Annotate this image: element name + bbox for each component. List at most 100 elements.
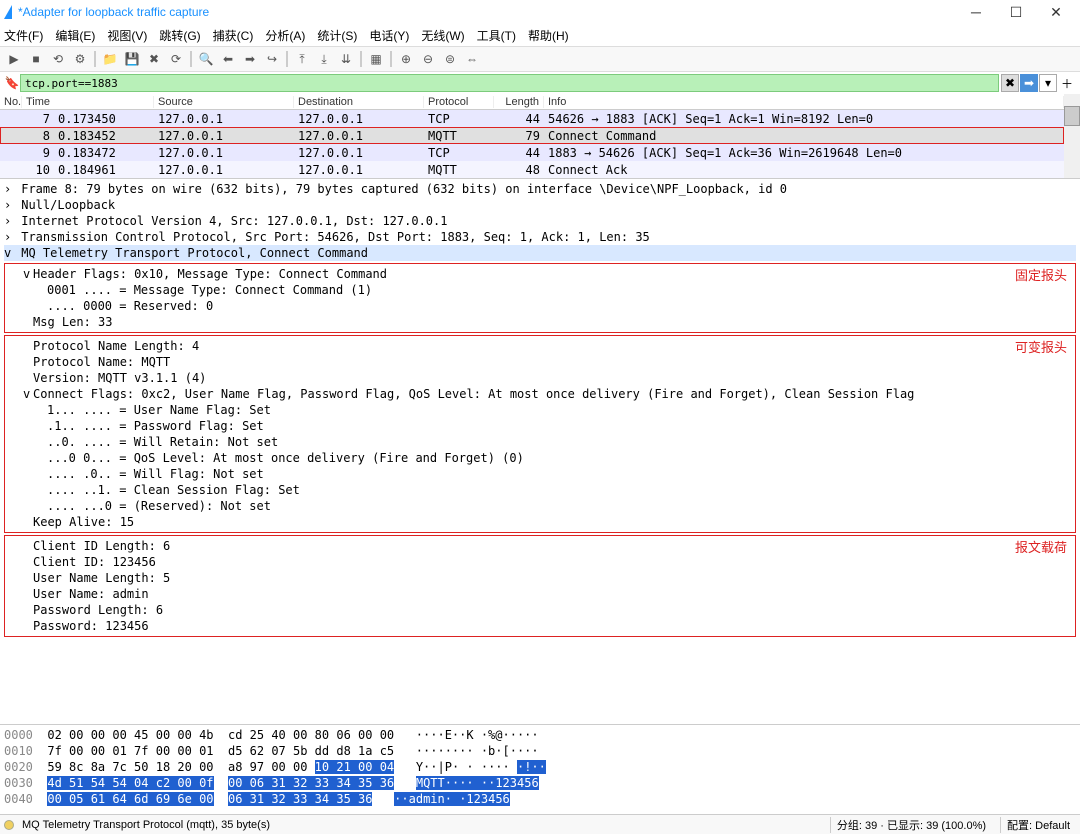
col-no-header[interactable]: No.: [0, 96, 22, 108]
packet-row[interactable]: 90.183472127.0.0.1127.0.0.1TCP441883 → 5…: [0, 144, 1064, 161]
options-icon[interactable]: ⚙: [70, 49, 90, 69]
history-dropdown-icon[interactable]: ▾: [1039, 74, 1057, 92]
separator: [94, 51, 96, 67]
first-icon[interactable]: ⤒: [292, 49, 312, 69]
autoscroll-icon[interactable]: ⇊: [336, 49, 356, 69]
prev-icon[interactable]: ⬅: [218, 49, 238, 69]
tree-row-mqtt[interactable]: v MQ Telemetry Transport Protocol, Conne…: [4, 245, 1076, 261]
close-button[interactable]: ✕: [1036, 0, 1076, 24]
tree-row[interactable]: User Name Length: 5: [9, 570, 1071, 586]
tree-row[interactable]: ...0 0... = QoS Level: At most once deli…: [9, 450, 1071, 466]
status-packets: 分组: 39 · 已显示: 39 (100.0%): [830, 817, 992, 833]
zoom-reset-icon[interactable]: ⊜: [440, 49, 460, 69]
hex-row[interactable]: 0040 00 05 61 64 6d 69 6e 00 06 31 32 33…: [4, 791, 1076, 807]
apply-filter-icon[interactable]: ➡: [1020, 74, 1038, 92]
hex-row[interactable]: 0020 59 8c 8a 7c 50 18 20 00 a8 97 00 00…: [4, 759, 1076, 775]
tree-row[interactable]: Protocol Name: MQTT: [9, 354, 1071, 370]
col-dst-header[interactable]: Destination: [294, 96, 424, 108]
tree-row[interactable]: Password: 123456: [9, 618, 1071, 634]
tree-row[interactable]: ..0. .... = Will Retain: Not set: [9, 434, 1071, 450]
packet-list-pane: No. Time Source Destination Protocol Len…: [0, 94, 1080, 179]
expert-info-icon[interactable]: [4, 820, 14, 830]
zoom-out-icon[interactable]: ⊖: [418, 49, 438, 69]
display-filter-input[interactable]: tcp.port==1883: [20, 74, 999, 92]
hex-row[interactable]: 0010 7f 00 00 01 7f 00 00 01 d5 62 07 5b…: [4, 743, 1076, 759]
tree-row[interactable]: 0001 .... = Message Type: Connect Comman…: [9, 282, 1071, 298]
annotation-box: 固定报头vHeader Flags: 0x10, Message Type: C…: [4, 263, 1076, 333]
reload-icon[interactable]: ⟳: [166, 49, 186, 69]
restart-capture-icon[interactable]: ⟲: [48, 49, 68, 69]
col-src-header[interactable]: Source: [154, 96, 294, 108]
minimize-button[interactable]: ─: [956, 0, 996, 24]
colorize-icon[interactable]: ▦: [366, 49, 386, 69]
tree-row[interactable]: Protocol Name Length: 4: [9, 338, 1071, 354]
tree-row[interactable]: .... ..1. = Clean Session Flag: Set: [9, 482, 1071, 498]
last-icon[interactable]: ⤓: [314, 49, 334, 69]
filter-text: tcp.port==1883: [25, 77, 118, 90]
start-capture-icon[interactable]: ▶: [4, 49, 24, 69]
tree-row[interactable]: Keep Alive: 15: [9, 514, 1071, 530]
next-icon[interactable]: ➡: [240, 49, 260, 69]
close-file-icon[interactable]: ✖: [144, 49, 164, 69]
col-len-header[interactable]: Length: [494, 96, 544, 108]
packet-row[interactable]: 80.183452127.0.0.1127.0.0.1MQTT79Connect…: [0, 127, 1064, 144]
open-icon[interactable]: 📁: [100, 49, 120, 69]
col-time-header[interactable]: Time: [22, 96, 154, 108]
status-profile[interactable]: 配置: Default: [1000, 817, 1076, 833]
menu-item[interactable]: 编辑(E): [55, 27, 95, 44]
tree-row[interactable]: Password Length: 6: [9, 602, 1071, 618]
stop-capture-icon[interactable]: ■: [26, 49, 46, 69]
tree-row[interactable]: .... .0.. = Will Flag: Not set: [9, 466, 1071, 482]
tree-row[interactable]: › Frame 8: 79 bytes on wire (632 bits), …: [4, 181, 1076, 197]
tree-row[interactable]: Client ID Length: 6: [9, 538, 1071, 554]
tree-row[interactable]: .1.. .... = Password Flag: Set: [9, 418, 1071, 434]
status-proto: MQ Telemetry Transport Protocol (mqtt), …: [22, 819, 822, 831]
menu-item[interactable]: 捕获(C): [213, 27, 254, 44]
menu-item[interactable]: 统计(S): [317, 27, 357, 44]
hex-dump-pane[interactable]: 0000 02 00 00 00 45 00 00 4b cd 25 40 00…: [0, 724, 1080, 814]
tree-row[interactable]: Msg Len: 33: [9, 314, 1071, 330]
save-icon[interactable]: 💾: [122, 49, 142, 69]
tree-row[interactable]: Client ID: 123456: [9, 554, 1071, 570]
menu-item[interactable]: 文件(F): [4, 27, 43, 44]
maximize-button[interactable]: ☐: [996, 0, 1036, 24]
packet-list-header[interactable]: No. Time Source Destination Protocol Len…: [0, 94, 1064, 110]
menu-item[interactable]: 跳转(G): [159, 27, 200, 44]
annotation-box: 报文载荷 Client ID Length: 6 Client ID: 1234…: [4, 535, 1076, 637]
annotation-label: 固定报头: [1015, 268, 1067, 284]
packet-row[interactable]: 70.173450127.0.0.1127.0.0.1TCP4454626 → …: [0, 110, 1064, 127]
add-filter-icon[interactable]: ＋: [1058, 74, 1076, 92]
menu-item[interactable]: 无线(W): [421, 27, 464, 44]
tree-row[interactable]: .... 0000 = Reserved: 0: [9, 298, 1071, 314]
tree-row[interactable]: › Internet Protocol Version 4, Src: 127.…: [4, 213, 1076, 229]
hex-row[interactable]: 0030 4d 51 54 54 04 c2 00 0f 00 06 31 32…: [4, 775, 1076, 791]
scrollbar[interactable]: [1064, 94, 1080, 178]
tree-row[interactable]: .... ...0 = (Reserved): Not set: [9, 498, 1071, 514]
menu-item[interactable]: 帮助(H): [528, 27, 569, 44]
tree-row[interactable]: 1... .... = User Name Flag: Set: [9, 402, 1071, 418]
tree-row[interactable]: vHeader Flags: 0x10, Message Type: Conne…: [9, 266, 1071, 282]
bookmark-icon[interactable]: 🔖: [4, 76, 20, 90]
tree-row[interactable]: Version: MQTT v3.1.1 (4): [9, 370, 1071, 386]
separator: [190, 51, 192, 67]
col-proto-header[interactable]: Protocol: [424, 96, 494, 108]
col-info-header[interactable]: Info: [544, 96, 1064, 108]
hex-row[interactable]: 0000 02 00 00 00 45 00 00 4b cd 25 40 00…: [4, 727, 1076, 743]
packet-row[interactable]: 100.184961127.0.0.1127.0.0.1MQTT48Connec…: [0, 161, 1064, 178]
tree-row[interactable]: vConnect Flags: 0xc2, User Name Flag, Pa…: [9, 386, 1071, 402]
resize-cols-icon[interactable]: ⇔: [462, 49, 482, 69]
filter-bar: 🔖 tcp.port==1883 ✖ ➡ ▾ ＋: [0, 72, 1080, 94]
menu-item[interactable]: 分析(A): [265, 27, 305, 44]
clear-filter-icon[interactable]: ✖: [1001, 74, 1019, 92]
menu-item[interactable]: 电话(Y): [369, 27, 409, 44]
zoom-in-icon[interactable]: ⊕: [396, 49, 416, 69]
find-icon[interactable]: 🔍: [196, 49, 216, 69]
tree-row[interactable]: › Null/Loopback: [4, 197, 1076, 213]
tree-row[interactable]: › Transmission Control Protocol, Src Por…: [4, 229, 1076, 245]
jump-icon[interactable]: ↪: [262, 49, 282, 69]
window-title: *Adapter for loopback traffic capture: [18, 5, 956, 19]
menu-item[interactable]: 视图(V): [107, 27, 147, 44]
packet-details-pane[interactable]: › Frame 8: 79 bytes on wire (632 bits), …: [0, 179, 1080, 724]
tree-row[interactable]: User Name: admin: [9, 586, 1071, 602]
menu-item[interactable]: 工具(T): [477, 27, 516, 44]
